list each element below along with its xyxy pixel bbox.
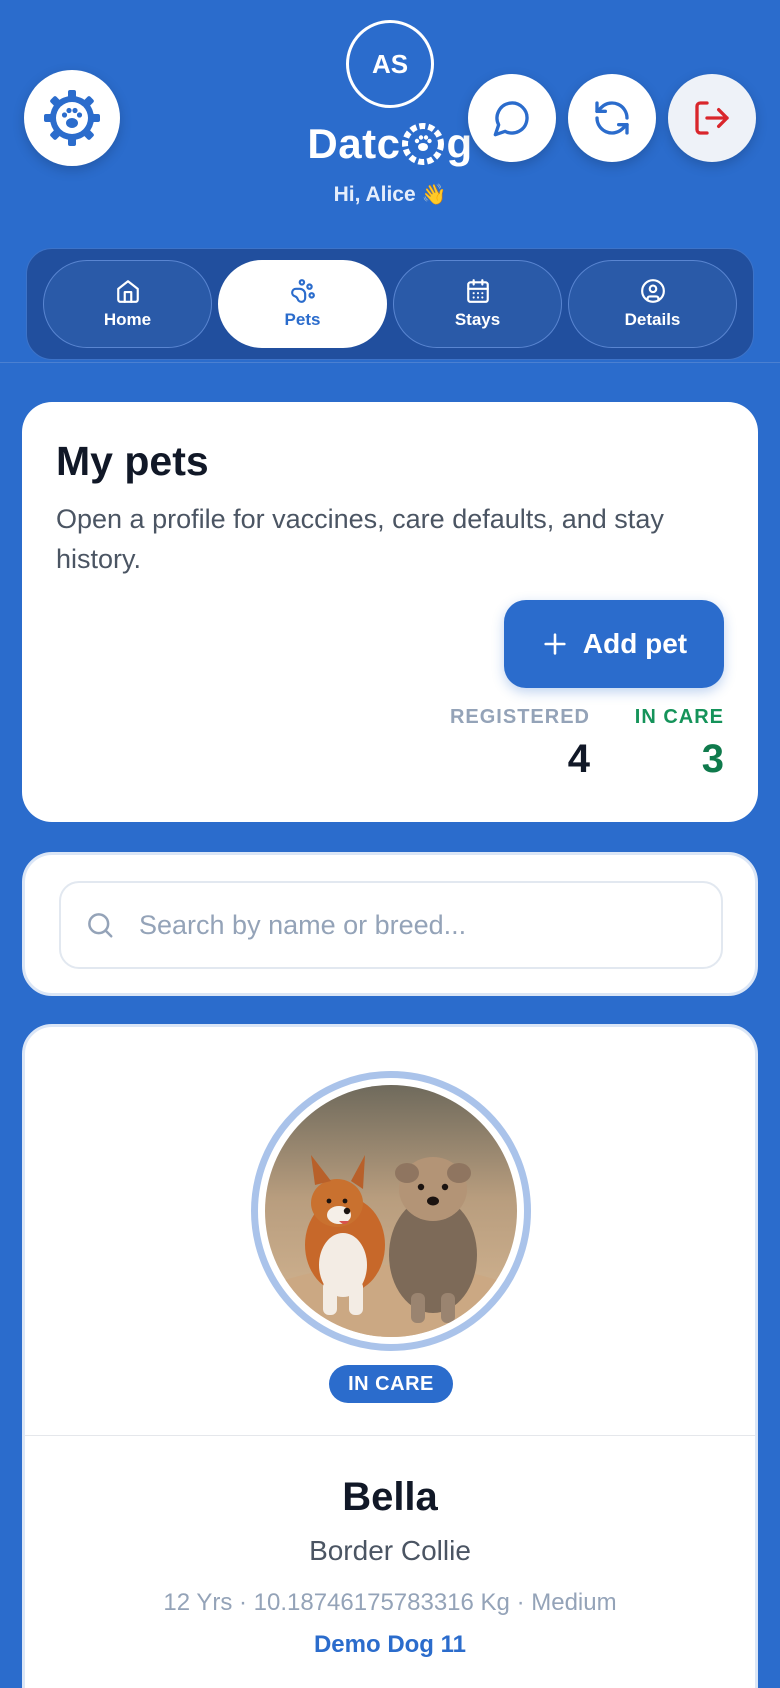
tab-home[interactable]: Home: [43, 260, 212, 348]
pet-card[interactable]: IN CARE Bella Border Collie 12 Yrs · 10.…: [22, 1024, 758, 1688]
avatar-initials: AS: [371, 48, 409, 79]
tab-pets[interactable]: Pets: [218, 260, 387, 348]
page-subtitle: Open a profile for vaccines, care defaul…: [56, 504, 664, 574]
pet-card-divider: [25, 1435, 755, 1436]
tab-home-label: Home: [103, 310, 152, 329]
pet-photo[interactable]: [265, 1085, 517, 1337]
search-card: [22, 852, 758, 996]
registered-label: REGISTERED: [449, 706, 590, 728]
brand-logo: Datc g: [300, 118, 480, 170]
registered-count: 4: [567, 737, 590, 781]
chat-bubble-icon: [493, 101, 529, 137]
tab-details-label: Details: [624, 310, 681, 329]
brand-prefix: Datc: [307, 120, 401, 167]
user-circle-icon: [640, 279, 665, 303]
app-logo-button[interactable]: [24, 70, 120, 166]
in-care-label: IN CARE: [634, 706, 724, 728]
my-pets-card: My pets Open a profile for vaccines, car…: [22, 402, 758, 822]
app-header: AS Datc g Hi, Alice 👋: [0, 0, 780, 240]
tab-details[interactable]: Details: [568, 260, 737, 348]
greeting-text: Hi, Alice: [333, 183, 416, 206]
chat-button[interactable]: [468, 74, 556, 162]
tab-pets-label: Pets: [284, 310, 321, 329]
header-divider: [0, 362, 780, 363]
refresh-icon: [595, 101, 629, 135]
in-care-count: 3: [701, 737, 724, 781]
add-pet-button[interactable]: Add pet: [504, 600, 724, 688]
logout-button[interactable]: [668, 74, 756, 162]
pet-breed: Border Collie: [309, 1535, 471, 1566]
calendar-icon: [466, 279, 489, 303]
greeting: Hi, Alice 👋: [250, 182, 530, 207]
tab-stays-label: Stays: [454, 310, 501, 329]
pet-meta: 12 Yrs · 10.18746175783316 Kg · Medium: [163, 1589, 617, 1616]
add-pet-label: Add pet: [582, 628, 688, 659]
search-icon: [88, 913, 113, 938]
refresh-button[interactable]: [568, 74, 656, 162]
pet-owner-link[interactable]: Demo Dog 11: [25, 1631, 755, 1659]
plus-icon: [544, 633, 566, 655]
search-input[interactable]: [139, 909, 679, 941]
wave-emoji: 👋: [421, 184, 447, 206]
registered-stat: REGISTERED 4: [450, 706, 590, 782]
pet-photo-frame: [251, 1071, 531, 1351]
home-icon: [116, 280, 139, 303]
search-box[interactable]: [59, 881, 723, 969]
logout-icon: [695, 101, 729, 135]
paw-gear-icon: [44, 90, 100, 146]
page-title: My pets: [56, 438, 209, 484]
paw-icon: [290, 279, 315, 303]
in-care-stat: IN CARE 3: [635, 706, 724, 782]
paw-logo-icon: [401, 122, 445, 166]
tab-stays[interactable]: Stays: [393, 260, 562, 348]
user-avatar[interactable]: AS: [346, 20, 434, 108]
pet-name: Bella: [342, 1475, 438, 1519]
main-tab-bar: Home Pets Stays Details: [26, 248, 754, 360]
status-badge: IN CARE: [329, 1365, 453, 1403]
